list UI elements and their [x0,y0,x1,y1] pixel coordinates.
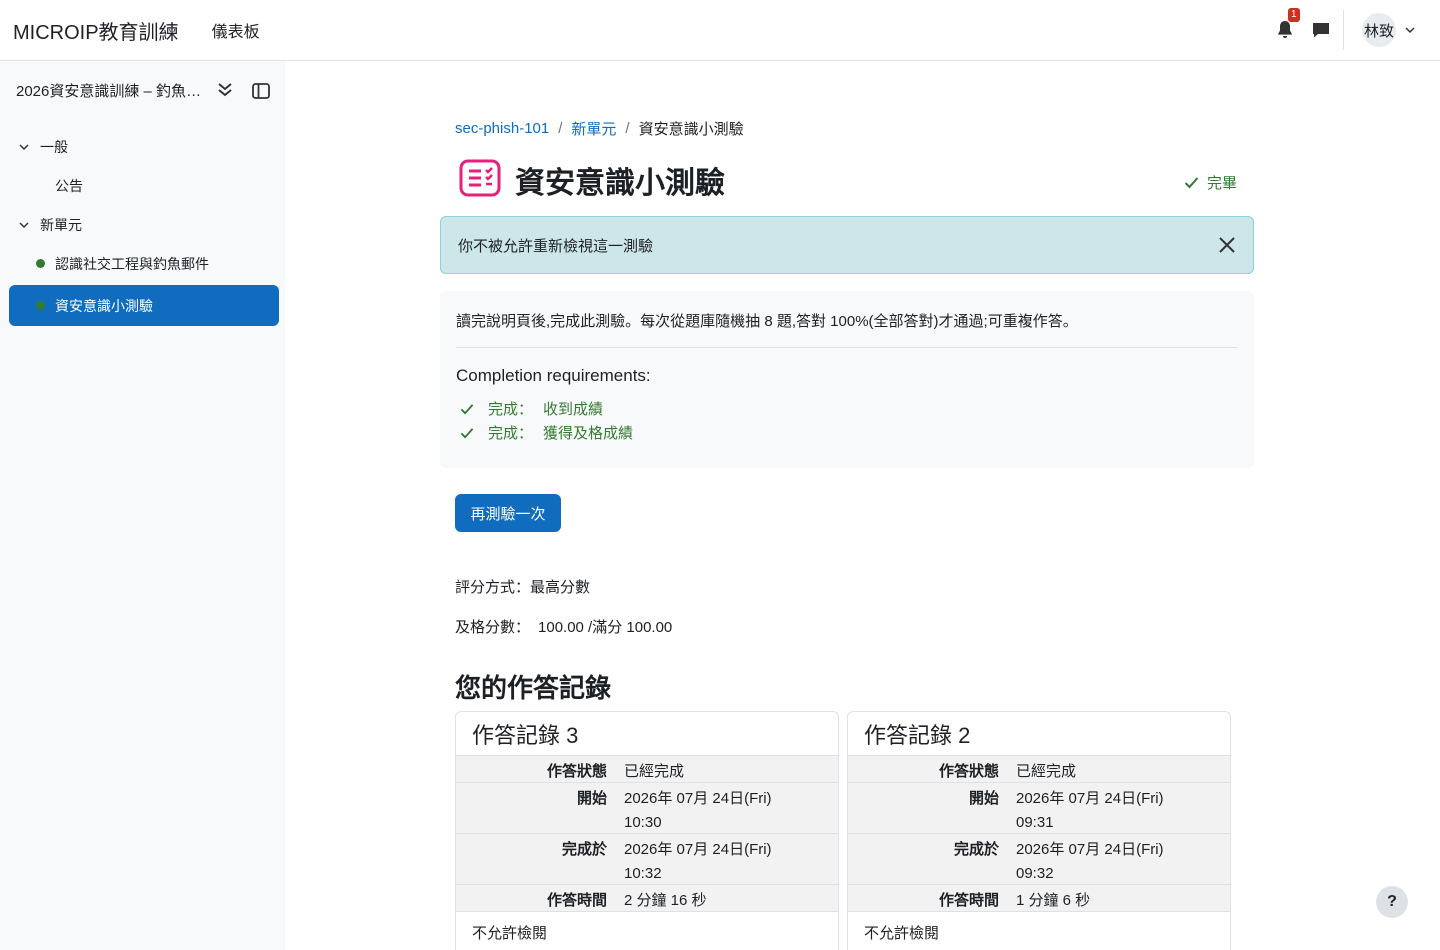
attempt-row-started: 開始 2026年 07月 24日(Fri) 10:30 [456,783,838,834]
navbar-right: 1 林致 [1273,0,1440,60]
breadcrumb-current: 資安意識小測驗 [638,121,744,138]
section-title: 一般 [40,139,68,155]
attempt-row-completed: 完成於 2026年 07月 24日(Fri) 09:32 [848,834,1230,885]
attempt-row-duration: 作答時間 1 分鐘 6 秒 [848,885,1230,912]
quiz-icon [459,159,501,197]
requirement-label: 完成： [488,401,534,418]
attempt-row-state: 作答狀態 已經完成 [456,756,838,783]
collapse-all-icon[interactable] [216,81,234,99]
site-brand[interactable]: MICROIP教育訓練 [13,16,179,45]
time-text: 09:32 [1016,865,1054,882]
reattempt-button[interactable]: 再測驗一次 [455,494,561,532]
check-icon [460,427,474,439]
passing-grade-label: 及格分數： [455,619,531,636]
attempt-title: 作答記錄 2 [848,712,1230,756]
breadcrumb: sec-phish-101 / 新單元 / 資安意識小測驗 [455,118,744,139]
sidebar-item-announcements[interactable]: 公告 [55,176,83,196]
date-text: 2026年 07月 24日(Fri) [624,790,772,807]
completion-status: 完畢 [1184,172,1237,193]
row-value: 已經完成 [1008,756,1230,782]
row-value: 2 分鐘 16 秒 [616,885,838,911]
chevron-down-icon [19,144,29,151]
breadcrumb-separator: / [558,120,563,137]
quiz-intro: 讀完說明頁後,完成此測驗。每次從題庫隨機抽 8 題,答對 100%(全部答對)才… [456,313,1078,330]
sidebar-item-quiz[interactable]: 資安意識小測驗 [9,285,279,326]
nav-dashboard[interactable]: 儀表板 [212,18,260,42]
sidebar-item-label: 資安意識小測驗 [55,297,153,314]
section-title: 新單元 [40,217,82,233]
row-label: 開始 [456,783,616,833]
notification-badge: 1 [1288,8,1300,22]
check-icon [460,403,474,415]
info-alert: 你不被允許重新檢視這一測驗 [440,216,1254,274]
chevron-down-icon[interactable] [1404,24,1416,36]
attempt-card: 作答記錄 3 作答狀態 已經完成 開始 2026年 07月 24日(Fri) 10… [455,711,839,950]
completion-status-label: 完畢 [1207,175,1238,192]
breadcrumb-separator: / [625,120,630,137]
attempt-row-duration: 作答時間 2 分鐘 16 秒 [456,885,838,912]
user-avatar[interactable]: 林致 [1362,13,1396,47]
check-icon [1184,177,1199,189]
completion-dot-icon [36,259,45,268]
messages-button[interactable] [1309,18,1333,42]
row-label: 作答狀態 [456,756,616,782]
section-new-unit[interactable]: 新單元 [18,215,82,235]
breadcrumb-course[interactable]: sec-phish-101 [455,120,549,137]
activity-info: 讀完說明頁後,完成此測驗。每次從題庫隨機抽 8 題,答對 100%(全部答對)才… [440,291,1254,468]
section-general[interactable]: 一般 [18,137,68,157]
close-icon[interactable] [1217,235,1237,255]
course-title[interactable]: 2026資安意識訓練 – 釣魚郵件 [16,80,206,101]
time-text: 10:32 [624,865,662,882]
chevron-down-icon [19,222,29,229]
completion-requirements-title: Completion requirements: [456,366,651,385]
help-button[interactable]: ? [1376,886,1408,918]
completion-requirement: 完成： 收到成績 [460,398,603,419]
row-value: 2026年 07月 24日(Fri) 09:31 [1008,783,1230,833]
row-value: 1 分鐘 6 秒 [1008,885,1230,911]
requirement-label: 完成： [488,425,534,442]
attempt-row-started: 開始 2026年 07月 24日(Fri) 09:31 [848,783,1230,834]
chat-icon [1313,23,1329,38]
completion-dot-icon [36,301,45,310]
alert-text: 你不被允許重新檢視這一測驗 [458,237,654,255]
review-status: 不允許檢閱 [472,925,548,942]
attempt-row-state: 作答狀態 已經完成 [848,756,1230,783]
page-title: 資安意識小測驗 [515,167,725,200]
row-value: 2026年 07月 24日(Fri) 09:32 [1008,834,1230,884]
row-label: 完成於 [848,834,1008,884]
grading-method: 評分方式：最高分數 [455,579,591,596]
date-text: 2026年 07月 24日(Fri) [1016,790,1164,807]
attempt-card: 作答記錄 2 作答狀態 已經完成 開始 2026年 07月 24日(Fri) 09… [847,711,1231,950]
top-navbar: MICROIP教育訓練 儀表板 1 林致 [0,0,1440,61]
date-text: 2026年 07月 24日(Fri) [1016,841,1164,858]
row-value: 2026年 07月 24日(Fri) 10:32 [616,834,838,884]
attempt-row-completed: 完成於 2026年 07月 24日(Fri) 10:32 [456,834,838,885]
passing-grade: 及格分數： 100.00 /滿分 100.00 [455,616,672,637]
sidebar-item-phishing-intro[interactable]: 認識社交工程與釣魚郵件 [9,243,279,284]
attempt-title: 作答記錄 3 [456,712,838,756]
navbar-divider [1343,10,1344,50]
divider [456,347,1238,348]
row-label: 完成於 [456,834,616,884]
notifications-button[interactable]: 1 [1273,8,1300,42]
sidebar-item-label: 認識社交工程與釣魚郵件 [55,255,209,272]
passing-grade-value: 100.00 /滿分 100.00 [538,619,673,636]
breadcrumb-section[interactable]: 新單元 [571,118,616,139]
row-value: 2026年 07月 24日(Fri) 10:30 [616,783,838,833]
row-label: 作答時間 [848,885,1008,911]
row-label: 作答狀態 [848,756,1008,782]
time-text: 09:31 [1016,814,1054,831]
completion-requirement: 完成： 獲得及格成績 [460,422,633,443]
date-text: 2026年 07月 24日(Fri) [624,841,772,858]
course-index-drawer: 2026資安意識訓練 – 釣魚郵件 一般 公告 新單元 認識社交工程與釣魚郵件 … [0,61,285,950]
close-drawer-icon[interactable] [251,81,271,101]
time-text: 10:30 [624,814,662,831]
requirement-text: 收到成績 [543,401,604,418]
row-value: 已經完成 [616,756,838,782]
requirement-text: 獲得及格成績 [543,425,634,442]
row-label: 作答時間 [456,885,616,911]
attempts-heading: 您的作答記錄 [455,673,612,703]
review-status: 不允許檢閱 [864,925,940,942]
row-label: 開始 [848,783,1008,833]
